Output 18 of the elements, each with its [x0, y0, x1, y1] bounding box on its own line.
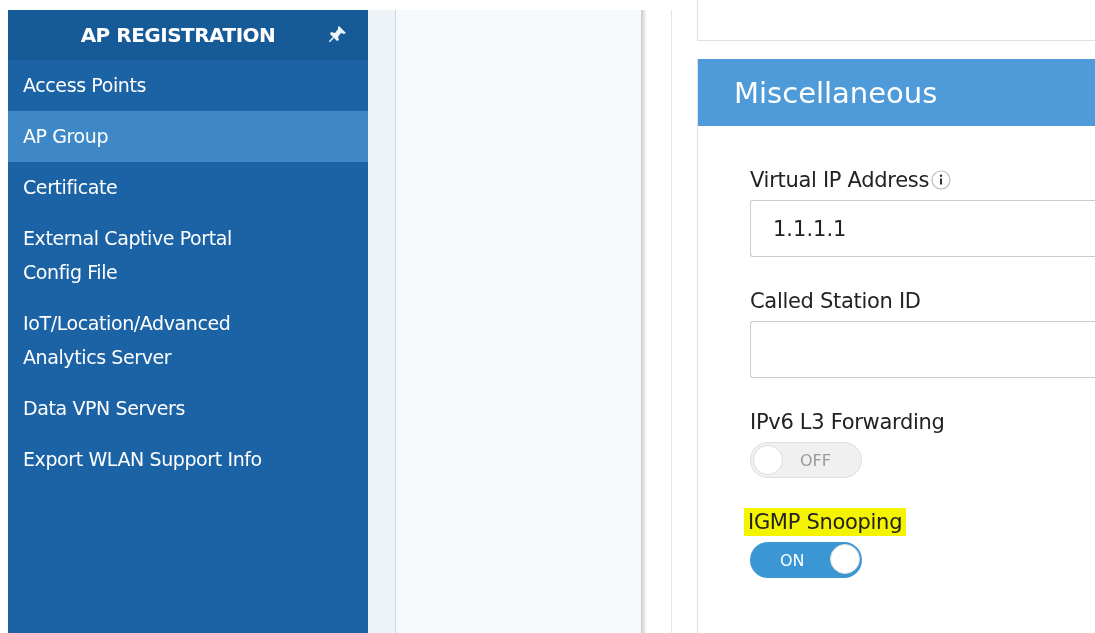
sidebar-item[interactable]: Data VPN Servers — [8, 383, 368, 434]
field-label: Virtual IP Address — [750, 167, 930, 194]
sidebar-title: AP REGISTRATION — [80, 23, 276, 47]
pin-icon[interactable] — [328, 24, 348, 44]
sidebar-item[interactable]: IoT/Location/Advanced Analytics Server — [8, 298, 368, 383]
sidebar-item[interactable]: Certificate — [8, 162, 368, 213]
field-label: Called Station ID — [750, 288, 921, 315]
toggle-switch[interactable]: ON — [750, 542, 862, 578]
field-label: IGMP Snooping — [744, 508, 907, 536]
sidebar-item[interactable]: External Captive Portal Config File — [8, 213, 368, 298]
sidebar-item[interactable]: AP Group — [8, 111, 368, 162]
section-title: Miscellaneous — [734, 75, 938, 110]
info-icon[interactable] — [931, 170, 952, 190]
sidebar-item[interactable]: Export WLAN Support Info — [8, 434, 368, 485]
input-field[interactable] — [750, 321, 1095, 378]
input-field[interactable]: 1.1.1.1 — [750, 200, 1095, 257]
field-label: IPv6 L3 Forwarding — [750, 409, 945, 436]
sidebar-item[interactable]: Access Points — [8, 60, 368, 111]
